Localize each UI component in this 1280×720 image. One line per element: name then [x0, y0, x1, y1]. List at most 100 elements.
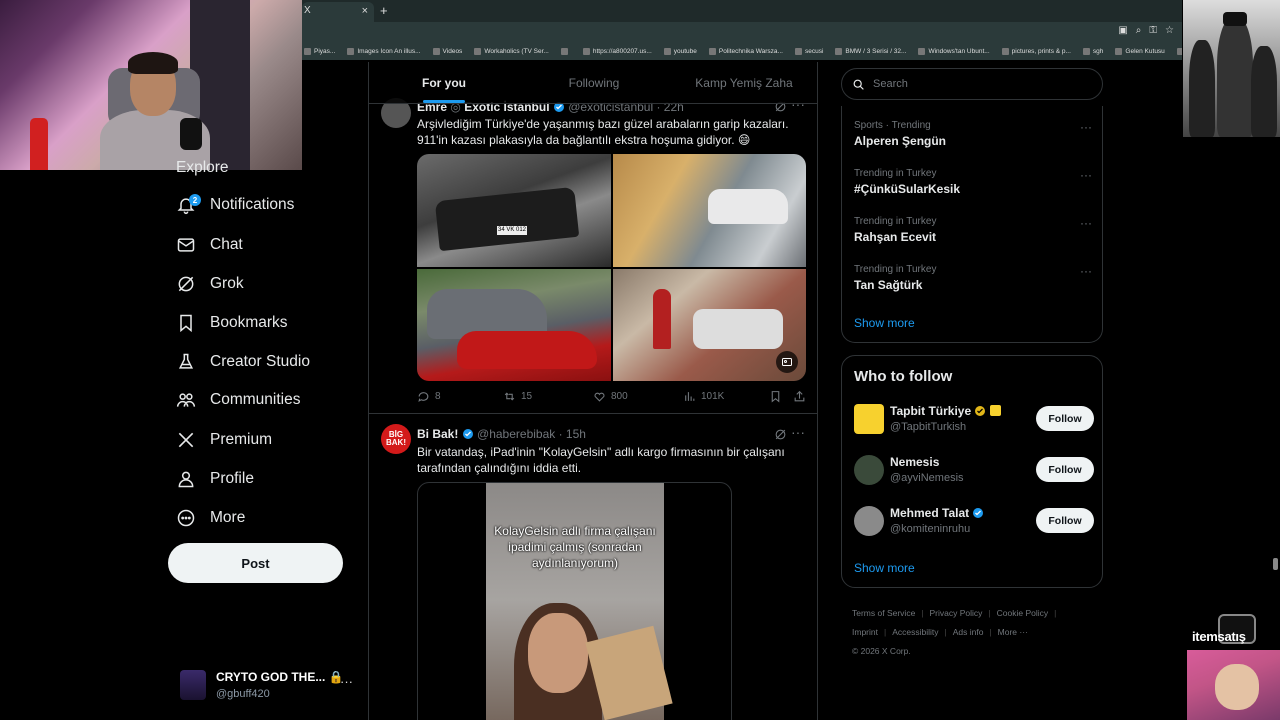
tab-close-icon[interactable]: ×	[362, 5, 368, 17]
tweet-more-icon[interactable]: ···	[791, 424, 805, 440]
avatar[interactable]	[854, 506, 884, 536]
account-switcher[interactable]: CRYTO GOD THE... 🔒 @gbuff420 ···	[180, 668, 355, 704]
bookmark-item[interactable]: Workaholics (TV Ser...	[474, 47, 549, 55]
bookmark-label: BMW / 3 Serisi / 32...	[845, 47, 907, 55]
zoom-icon[interactable]: ⌕	[1136, 25, 1142, 36]
tab-community[interactable]: Kamp Yemiş Zaha	[669, 62, 817, 103]
bookmark-label: sgh	[1092, 47, 1104, 55]
bookmark-item[interactable]: Videos	[432, 47, 462, 55]
account-more-icon[interactable]: ···	[340, 674, 353, 689]
trend-item[interactable]: Trending in Turkey Rahşan Ecevit ···	[854, 216, 1092, 250]
footer-link[interactable]: Accessibility	[892, 623, 938, 642]
verified-gold-icon	[975, 406, 986, 416]
bookmark-item[interactable]: secusi	[794, 47, 823, 55]
footer-link[interactable]: Imprint	[852, 623, 878, 642]
trend-item[interactable]: Trending in Turkey Tan Sağtürk ···	[854, 264, 1092, 298]
bookmark-item[interactable]	[560, 47, 571, 55]
sidebar-item-more[interactable]: More	[176, 504, 245, 532]
bookmark-item[interactable]: https://a800207.us...	[582, 47, 652, 55]
sidebar-item-label: Bookmarks	[210, 314, 288, 331]
trends-show-more-link[interactable]: Show more	[854, 316, 915, 330]
media-tag-icon[interactable]	[776, 351, 798, 373]
trend-more-icon[interactable]: ···	[1080, 264, 1092, 278]
sidebar-item-bookmarks[interactable]: Bookmarks	[176, 309, 288, 337]
footer-link[interactable]: More ···	[998, 623, 1028, 642]
bookmark-item[interactable]: Piyas...	[304, 47, 335, 55]
bookmark-item[interactable]: youtube	[663, 47, 697, 55]
sidebar-item-premium[interactable]: Premium	[176, 426, 272, 454]
trend-more-icon[interactable]: ···	[1080, 216, 1092, 230]
share-button[interactable]	[793, 390, 809, 403]
follow-button[interactable]: Follow	[1036, 457, 1094, 482]
sidebar-item-notifications[interactable]: 2 Notifications	[176, 191, 294, 219]
bookmark-item[interactable]: Images Icon An illus...	[347, 47, 421, 55]
bookmark-item[interactable]: Politechnika Warsza...	[708, 47, 783, 55]
tweet-header: Bi Bak! @haberebibak · 15h	[417, 427, 586, 441]
trend-more-icon[interactable]: ···	[1080, 168, 1092, 182]
browser-tab[interactable]: X ×	[302, 2, 374, 22]
views-button[interactable]: 101K	[683, 390, 769, 403]
follow-button[interactable]: Follow	[1036, 406, 1094, 431]
follow-suggestion[interactable]: Tapbit Türkiye @TapbitTurkish Follow	[854, 402, 1094, 438]
grok-explain-icon[interactable]	[774, 428, 787, 441]
sidebar-item-chat[interactable]: Chat	[176, 231, 243, 259]
tweet-media-grid[interactable]: 34 VK 012	[417, 154, 806, 381]
follow-show-more-link[interactable]: Show more	[854, 561, 915, 575]
trend-item[interactable]: Sports · Trending Alperen Şengün ···	[854, 120, 1092, 154]
trend-category: Trending in Turkey	[854, 264, 937, 275]
tweet[interactable]: Emre ◎ Exotic İstanbul @exoticistanbul ·…	[369, 96, 817, 414]
tweet-image[interactable]	[612, 154, 806, 267]
tweet-handle: @haberebibak · 15h	[477, 427, 586, 441]
tweet[interactable]: BİG BAK! Bi Bak! @haberebibak · 15h ··· …	[369, 414, 817, 720]
reply-button[interactable]: 8	[417, 390, 503, 403]
sidebar-item-explore[interactable]: Explore	[176, 154, 229, 182]
bookmark-button[interactable]	[769, 390, 793, 403]
bookmark-label: Gelen Kutusu	[1125, 47, 1165, 55]
like-button[interactable]: 800	[593, 390, 683, 403]
sidebar-item-communities[interactable]: Communities	[176, 386, 300, 414]
avatar[interactable]: BİG BAK!	[381, 424, 411, 454]
follow-button[interactable]: Follow	[1036, 508, 1094, 533]
bookmark-item[interactable]: BMW / 3 Serisi / 32...	[835, 47, 907, 55]
cast-icon[interactable]: ▣	[1118, 25, 1127, 36]
avatar[interactable]	[854, 404, 884, 434]
bookmark-item[interactable]: sgh	[1082, 47, 1104, 55]
sidebar-item-grok[interactable]: Grok	[176, 270, 244, 298]
tweet-image[interactable]: 34 VK 012	[417, 154, 611, 267]
tab-following[interactable]: Following	[519, 62, 669, 103]
footer-link[interactable]: Terms of Service	[852, 604, 915, 623]
footer-link[interactable]: Cookie Policy	[997, 604, 1049, 623]
timeline-tabs: For you Following Kamp Yemiş Zaha	[369, 62, 817, 104]
bookmark-item[interactable]: pictures, prints & p...	[1001, 47, 1071, 55]
trend-item[interactable]: Trending in Turkey #ÇünküSularKesik ···	[854, 168, 1092, 202]
search-input[interactable]	[873, 78, 1073, 90]
follow-suggestion[interactable]: Mehmed Talat @komiteninruhu Follow	[854, 504, 1094, 540]
sidebar-item-creator-studio[interactable]: Creator Studio	[176, 348, 310, 376]
avatar[interactable]	[854, 455, 884, 485]
bookmark-item[interactable]: Gelen Kutusu	[1115, 47, 1165, 55]
follow-suggestion[interactable]: Nemesis @ayviNemesis Follow	[854, 453, 1094, 489]
scrollbar-thumb[interactable]	[1273, 558, 1278, 570]
bookmark-favicon-icon	[1176, 47, 1182, 55]
bookmark-item[interactable]: Google Translate	[1176, 47, 1182, 55]
tweet-author-name[interactable]: Bi Bak!	[417, 427, 458, 441]
trend-category: Trending in Turkey	[854, 216, 937, 227]
sidebar-item-profile[interactable]: Profile	[176, 465, 254, 493]
footer-link[interactable]: Ads info	[953, 623, 984, 642]
tweet-image[interactable]	[612, 268, 806, 381]
star-icon[interactable]: ☆	[1165, 25, 1174, 36]
trend-more-icon[interactable]: ···	[1080, 120, 1092, 134]
post-button[interactable]: Post	[168, 543, 343, 583]
tab-for-you[interactable]: For you	[369, 62, 519, 103]
tweet-image[interactable]	[417, 268, 611, 381]
footer-link[interactable]: Privacy Policy	[930, 604, 983, 623]
trend-title: Alperen Şengün	[854, 134, 947, 148]
tweet-video[interactable]: KolayGelsin adlı firma çalışanı ipadimi …	[417, 482, 732, 720]
bookmark-item[interactable]: Windows'tan Ubunt...	[918, 47, 990, 55]
people-icon	[176, 390, 196, 410]
repost-button[interactable]: 15	[503, 390, 593, 403]
new-tab-button[interactable]: +	[380, 3, 388, 18]
bookmark-favicon-icon	[918, 47, 926, 55]
search-box[interactable]	[841, 68, 1103, 100]
key-icon[interactable]: ⚿	[1149, 25, 1157, 36]
